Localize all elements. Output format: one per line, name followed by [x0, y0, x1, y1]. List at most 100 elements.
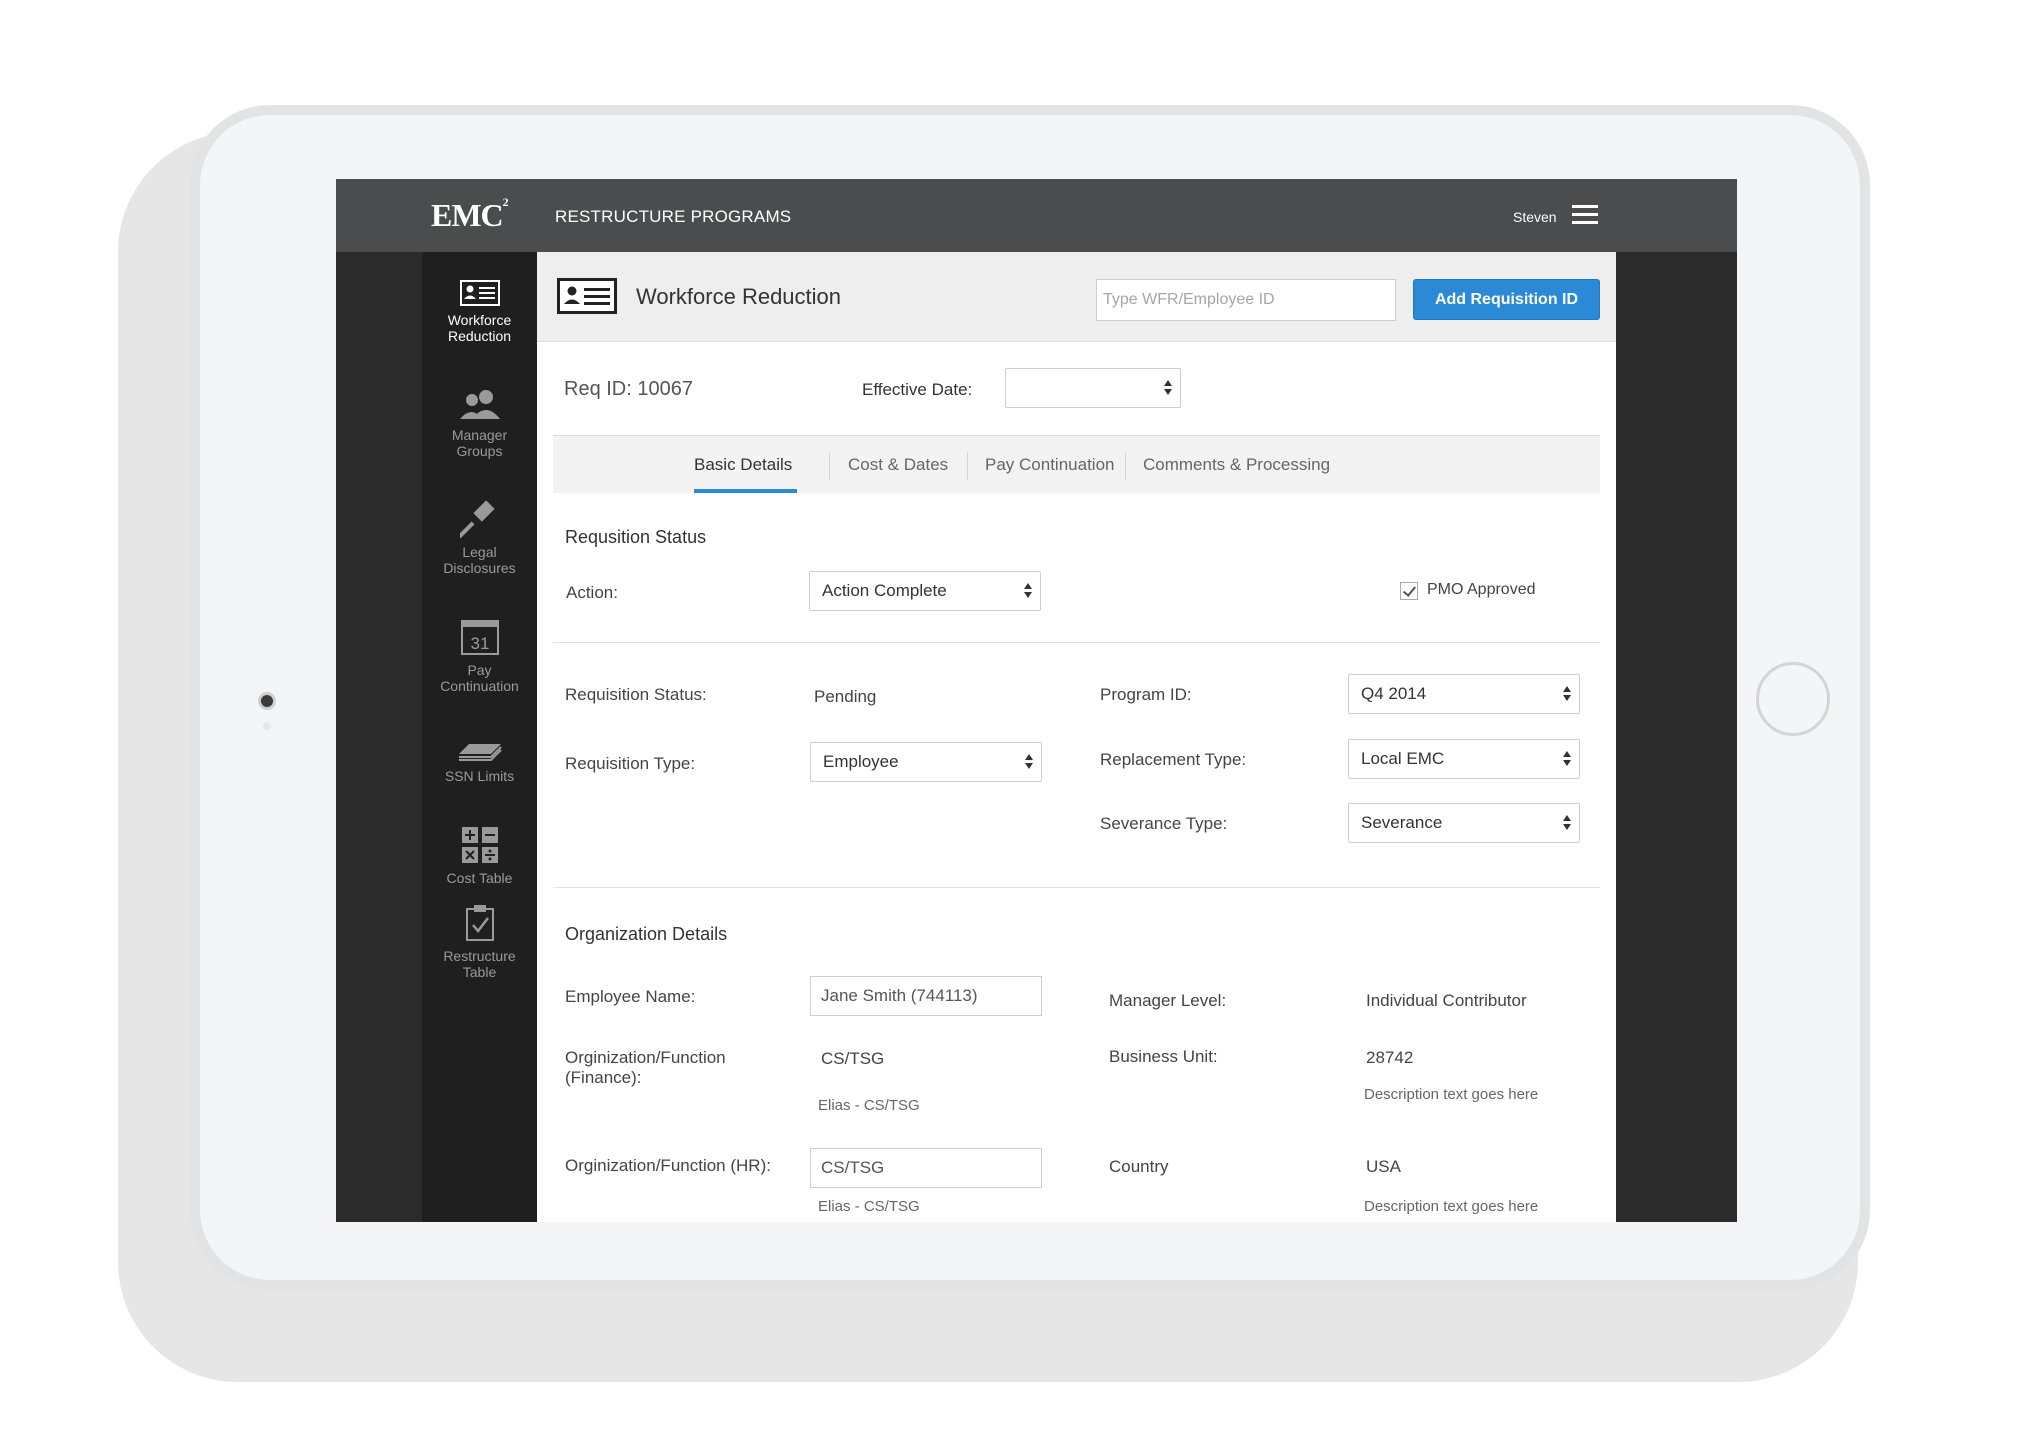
org-hr-field[interactable] [810, 1148, 1042, 1188]
divider [553, 887, 1600, 888]
tab-pay-continuation[interactable]: Pay Continuation [985, 455, 1114, 475]
wfr-search-input[interactable] [1096, 279, 1396, 321]
tab-basic-details[interactable]: Basic Details [694, 455, 792, 475]
requisition-type-label: Requisition Type: [565, 754, 696, 773]
hamburger-menu-icon[interactable] [1572, 205, 1598, 225]
emc-logo[interactable]: EMC2 [431, 195, 509, 234]
tab-divider [1125, 452, 1126, 480]
calendar-icon: 31 [460, 620, 499, 655]
sensor-dot [263, 722, 271, 730]
sidebar-item-label: Workforce [447, 312, 512, 328]
tab-divider [967, 452, 968, 480]
sidebar-item-pay-continuation[interactable]: 31 Pay Continuation [422, 616, 537, 694]
sidebar-item-label: Disclosures [443, 560, 516, 576]
replacement-type-label: Replacement Type: [1100, 750, 1247, 769]
org-finance-label-line2: (Finance): [565, 1068, 642, 1087]
sidebar-item-label: Continuation [440, 678, 519, 694]
business-unit-desc: Description text goes here [1364, 1086, 1539, 1103]
country-value: USA [1366, 1157, 1401, 1176]
id-card-icon [557, 278, 617, 314]
section-title-organization-details: Organization Details [565, 924, 728, 944]
pmo-approved-label: PMO Approved [1427, 581, 1536, 598]
req-id: Req ID: 10067 [564, 378, 693, 400]
device-mockup: EMC2 RESTRUCTURE PROGRAMS Steven Workfor… [0, 0, 2039, 1439]
top-bar: EMC2 RESTRUCTURE PROGRAMS Steven [336, 179, 1737, 252]
divider [553, 642, 1600, 643]
main-content: Workforce Reduction Add Requisition ID R… [537, 252, 1616, 1222]
sidebar-item-cost-table[interactable]: Cost Table [422, 826, 537, 886]
sidebar-item-label: Cost Table [446, 870, 513, 886]
left-gutter [336, 252, 422, 1222]
severance-type-value: Severance [1361, 813, 1443, 832]
requisition-status-value: Pending [814, 687, 877, 706]
tab-bar: Basic Details Cost & Dates Pay Continuat… [553, 435, 1600, 493]
pmo-approved-checkbox[interactable] [1400, 582, 1418, 600]
employee-name-label: Employee Name: [565, 987, 696, 1006]
sidebar-item-manager-groups[interactable]: Manager Groups [422, 389, 537, 459]
action-label: Action: [566, 583, 618, 602]
sidebar-item-label: Reduction [447, 328, 512, 344]
org-hr-desc: Elias - CS/TSG [818, 1198, 920, 1215]
requisition-type-select[interactable]: Employee [810, 742, 1042, 782]
sidebar-item-label: Table [462, 964, 497, 980]
org-finance-desc: Elias - CS/TSG [818, 1097, 920, 1114]
logo-superscript: 2 [502, 195, 509, 210]
sidebar-item-legal-disclosures[interactable]: Legal Disclosures [422, 500, 537, 576]
sidebar-item-label: Legal [462, 544, 497, 560]
select-arrows-icon [1164, 380, 1172, 396]
effective-date-label: Effective Date: [862, 380, 973, 399]
tab-comments-processing[interactable]: Comments & Processing [1143, 455, 1330, 475]
home-button[interactable] [1756, 662, 1830, 736]
sidebar-item-label: Restructure [443, 948, 516, 964]
add-requisition-button[interactable]: Add Requisition ID [1413, 279, 1600, 320]
select-arrows-icon [1563, 751, 1571, 767]
manager-level-label: Manager Level: [1109, 991, 1227, 1010]
users-icon [459, 390, 500, 419]
severance-type-label: Severance Type: [1100, 814, 1228, 833]
right-gutter [1616, 252, 1737, 1222]
calculator-icon [461, 827, 498, 863]
app-screen: EMC2 RESTRUCTURE PROGRAMS Steven Workfor… [336, 179, 1737, 1222]
sidebar-item-restructure-table[interactable]: Restructure Table [422, 904, 537, 980]
replacement-type-value: Local EMC [1361, 749, 1445, 768]
effective-date-select[interactable] [1005, 368, 1181, 408]
manager-level-value: Individual Contributor [1366, 991, 1527, 1010]
business-unit-label: Business Unit: [1109, 1047, 1218, 1066]
sidebar-item-workforce-reduction[interactable]: Workforce Reduction [422, 280, 537, 344]
select-arrows-icon [1563, 815, 1571, 831]
country-desc: Description text goes here [1364, 1198, 1539, 1215]
business-unit-value: 28742 [1366, 1048, 1414, 1067]
sidebar-item-ssn-limits[interactable]: SSN Limits [422, 738, 537, 784]
page-title: Workforce Reduction [636, 284, 842, 309]
select-arrows-icon [1563, 686, 1571, 702]
select-arrows-icon [1025, 754, 1033, 770]
app-title: RESTRUCTURE PROGRAMS [555, 207, 792, 226]
sidebar-nav: Workforce Reduction Manager Groups Legal… [422, 252, 537, 1222]
tab-divider [829, 452, 830, 480]
id-card-icon [459, 280, 500, 306]
logo-text: EMC [431, 197, 504, 233]
sidebar-item-label: Pay [467, 662, 492, 678]
select-arrows-icon [1024, 583, 1032, 599]
active-tab-indicator [694, 489, 797, 493]
requisition-type-value: Employee [823, 752, 899, 771]
user-name[interactable]: Steven [1513, 209, 1557, 225]
org-hr-label: Orginization/Function (HR): [565, 1156, 771, 1175]
svg-text:31: 31 [470, 634, 489, 653]
org-finance-label: Orginization/Function (Finance): [565, 1048, 726, 1088]
program-id-select[interactable]: Q4 2014 [1348, 674, 1580, 714]
sidebar-item-label: SSN Limits [444, 768, 515, 784]
clipboard-check-icon [465, 905, 494, 941]
replacement-type-select[interactable]: Local EMC [1348, 739, 1580, 779]
tab-cost-dates[interactable]: Cost & Dates [848, 455, 948, 475]
program-id-value: Q4 2014 [1361, 684, 1427, 703]
camera-dot [258, 692, 276, 710]
money-stack-icon [458, 744, 502, 761]
country-label: Country [1109, 1157, 1169, 1176]
program-id-label: Program ID: [1100, 685, 1192, 704]
employee-name-field[interactable] [810, 976, 1042, 1016]
severance-type-select[interactable]: Severance [1348, 803, 1580, 843]
action-value: Action Complete [822, 581, 947, 600]
page-header: Workforce Reduction Add Requisition ID [537, 252, 1616, 342]
action-select[interactable]: Action Complete [809, 571, 1041, 611]
